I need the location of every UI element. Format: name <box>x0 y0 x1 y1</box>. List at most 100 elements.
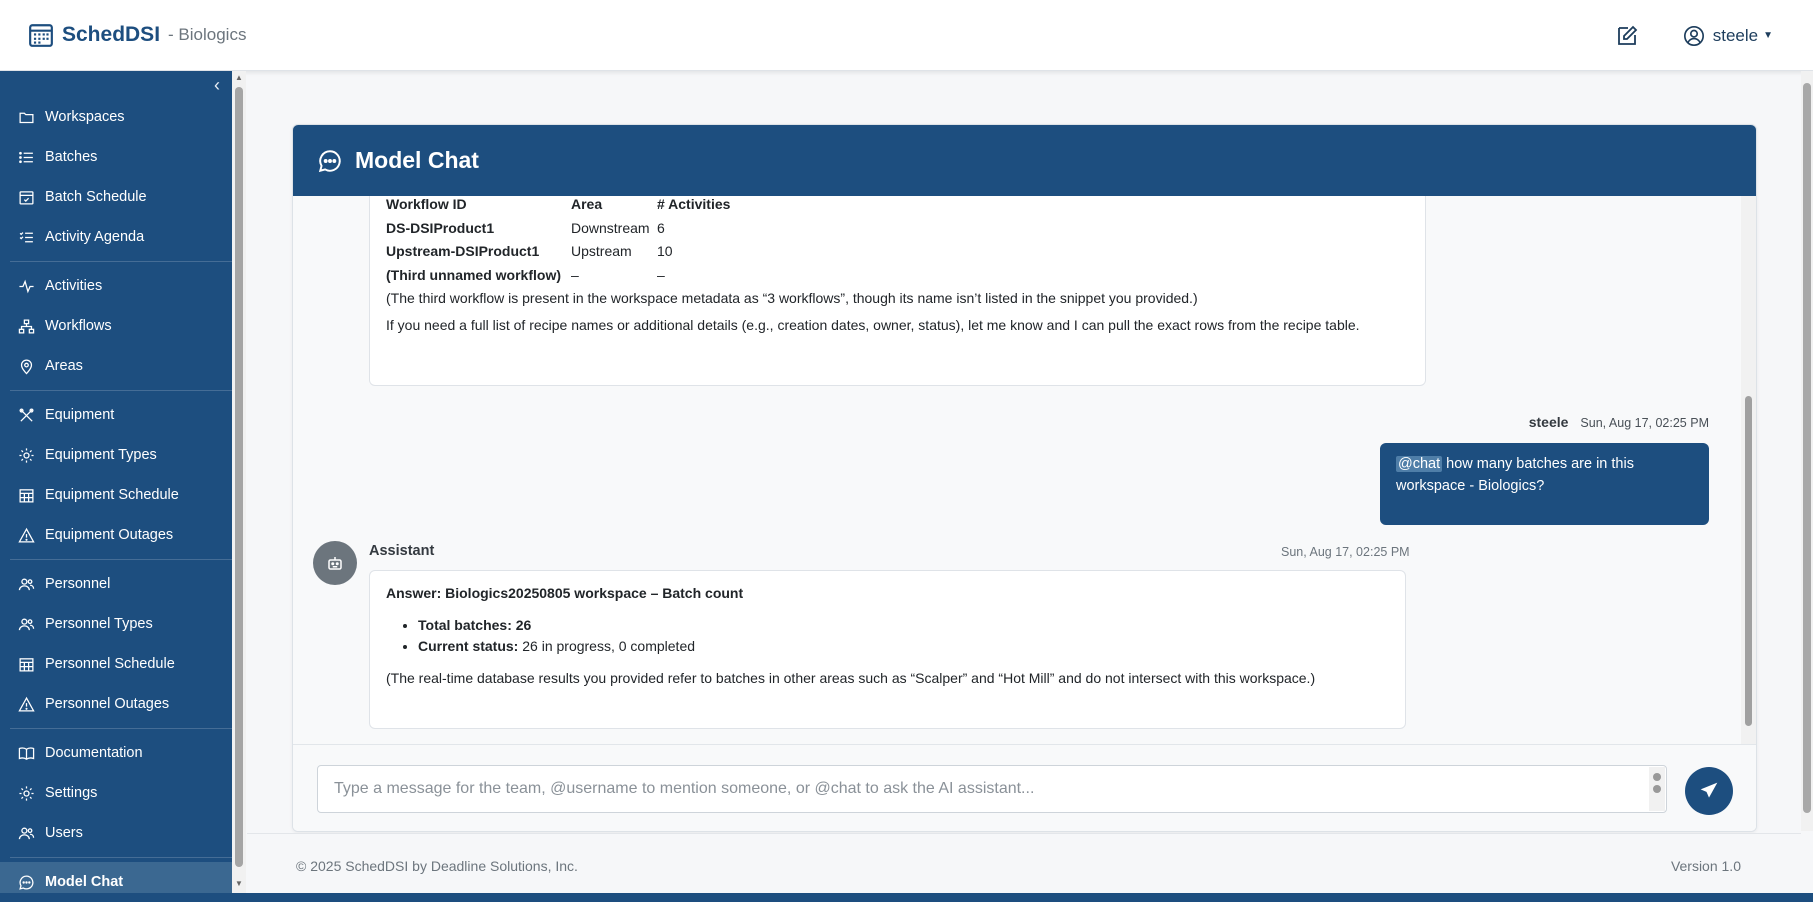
hierarchy-icon <box>18 318 35 334</box>
sidebar-item-equipment-types[interactable]: Equipment Types <box>0 435 232 475</box>
chat-header: Model Chat <box>293 125 1756 196</box>
user-circle-icon <box>1683 25 1704 46</box>
scrollbar-thumb[interactable] <box>1653 785 1661 793</box>
sidebar-item-label: Model Chat <box>45 874 124 890</box>
edit-icon[interactable] <box>1615 24 1639 48</box>
table-row: (Third unnamed workflow) – – <box>386 264 730 288</box>
page-scrollbar[interactable] <box>1801 71 1813 831</box>
sidebar-item-label: Personnel Schedule <box>45 656 175 672</box>
sidebar-item-equipment-outages[interactable]: Equipment Outages <box>0 515 232 555</box>
list-item: Total batches: 26 <box>418 615 1389 637</box>
sidebar-item-personnel-outages[interactable]: Personnel Outages <box>0 684 232 724</box>
message-input[interactable] <box>317 765 1667 813</box>
workspace-name: - Biologics <box>168 25 247 44</box>
sidebar-item-label: Personnel <box>45 576 111 592</box>
gear-icon <box>19 447 34 463</box>
composer <box>293 744 1756 831</box>
table-row: DS-DSIProduct1 Downstream 6 <box>386 217 730 241</box>
column-header: Workflow ID <box>386 196 467 212</box>
top-bar: SchedDSI - Biologics steele ▼ <box>0 0 1813 71</box>
sidebar-item-label: Workflows <box>45 318 112 334</box>
caret-down-icon: ▼ <box>1763 30 1773 41</box>
divider <box>10 390 232 391</box>
sidebar-item-activity-agenda[interactable]: Activity Agenda <box>0 217 232 257</box>
status-label: Current status: <box>418 638 519 655</box>
sidebar-scrollbar[interactable]: ▲ ▼ <box>232 71 246 893</box>
answer-list: Total batches: 26 Current status: 26 in … <box>418 615 1389 658</box>
page-title: Model Chat <box>355 147 479 173</box>
sidebar-item-label: Workspaces <box>45 109 125 125</box>
sidebar-item-equipment[interactable]: Equipment <box>0 395 232 435</box>
username: steele <box>1712 25 1759 45</box>
assistant-message: Answer: Biologics20250805 workspace – Ba… <box>369 570 1406 729</box>
map-pin-icon <box>20 359 33 374</box>
list-icon <box>19 151 33 163</box>
answer-heading: Answer: Biologics20250805 workspace – Ba… <box>386 585 744 601</box>
user-menu[interactable]: steele ▼ <box>1683 25 1773 47</box>
divider <box>10 261 232 262</box>
message-note: (The real-time database results you prov… <box>386 670 1316 687</box>
brand[interactable]: SchedDSI - Biologics <box>28 22 246 48</box>
sidebar-item-label: Batch Schedule <box>45 189 147 205</box>
sidebar-item-batches[interactable]: Batches <box>0 137 232 177</box>
input-scrollbar[interactable] <box>1649 767 1665 811</box>
scrollbar-thumb[interactable] <box>1745 396 1752 726</box>
calendar-grid-icon <box>29 24 53 47</box>
assistant-message: Workflow ID Area # Activities DS-DSIProd… <box>369 196 1426 386</box>
tools-icon <box>19 407 34 422</box>
sidebar-item-label: Personnel Types <box>45 616 153 632</box>
workflow-table: Workflow ID Area # Activities DS-DSIProd… <box>386 196 730 288</box>
divider <box>10 559 232 560</box>
sidebar-item-activities[interactable]: Activities <box>0 266 232 306</box>
gear-icon <box>19 785 34 801</box>
table-cell: 10 <box>657 243 673 260</box>
bottom-strip <box>0 893 1813 902</box>
grid-calendar-icon <box>19 488 34 503</box>
sidebar-item-label: Documentation <box>45 745 143 761</box>
grid-calendar-icon <box>19 657 34 672</box>
sidebar-item-users[interactable]: Users <box>0 813 232 853</box>
sidebar-nav: Workspaces Batches Batch Schedule Activi… <box>0 97 232 893</box>
sidebar-item-personnel-types[interactable]: Personnel Types <box>0 604 232 644</box>
book-icon <box>18 746 35 760</box>
scrollbar-thumb[interactable] <box>235 87 243 867</box>
folder-icon <box>19 112 34 123</box>
sidebar-item-equipment-schedule[interactable]: Equipment Schedule <box>0 475 232 515</box>
sidebar-item-batch-schedule[interactable]: Batch Schedule <box>0 177 232 217</box>
sidebar-item-label: Activity Agenda <box>45 229 145 245</box>
sidebar-item-label: Activities <box>45 278 103 294</box>
user-message: @chat how many batches are in this works… <box>1380 443 1709 525</box>
scrollbar-thumb[interactable] <box>1803 83 1811 813</box>
avatar <box>313 541 357 585</box>
mention-tag: @chat <box>1396 456 1443 472</box>
scrollbar-thumb[interactable] <box>1653 773 1661 781</box>
message-list: Workflow ID Area # Activities DS-DSIProd… <box>293 196 1743 744</box>
scroll-down-icon[interactable]: ▼ <box>235 879 243 888</box>
scroll-up-icon[interactable]: ▲ <box>235 73 243 82</box>
sidebar-item-label: Equipment Types <box>45 447 157 463</box>
table-cell: DS-DSIProduct1 <box>386 219 495 236</box>
table-cell: 6 <box>657 219 665 236</box>
sidebar-item-personnel[interactable]: Personnel <box>0 564 232 604</box>
sidebar-item-label: Settings <box>45 785 98 801</box>
copyright: © 2025 SchedDSI by Deadline Solutions, I… <box>296 858 578 874</box>
message-scrollbar[interactable] <box>1741 196 1756 744</box>
collapse-sidebar-icon[interactable]: ‹ <box>214 75 220 96</box>
status-value: 26 in progress, 0 completed <box>518 638 696 655</box>
sidebar-item-settings[interactable]: Settings <box>0 773 232 813</box>
sidebar-item-model-chat[interactable]: Model Chat <box>0 862 232 893</box>
sidebar-item-label: Equipment Schedule <box>45 487 179 503</box>
sidebar-item-workspaces[interactable]: Workspaces <box>0 97 232 137</box>
people-icon <box>18 578 35 590</box>
sidebar-item-label: Users <box>45 825 83 841</box>
table-row: Upstream-DSIProduct1 Upstream 10 <box>386 240 730 264</box>
sidebar-item-areas[interactable]: Areas <box>0 346 232 386</box>
send-button[interactable] <box>1685 767 1733 815</box>
message-timestamp: Sun, Aug 17, 02:25 PM <box>1580 416 1709 430</box>
footer: © 2025 SchedDSI by Deadline Solutions, I… <box>247 833 1801 893</box>
sidebar-item-documentation[interactable]: Documentation <box>0 733 232 773</box>
pulse-icon <box>19 279 34 293</box>
sidebar-item-personnel-schedule[interactable]: Personnel Schedule <box>0 644 232 684</box>
sidebar-item-workflows[interactable]: Workflows <box>0 306 232 346</box>
sidebar-item-label: Areas <box>45 358 83 374</box>
